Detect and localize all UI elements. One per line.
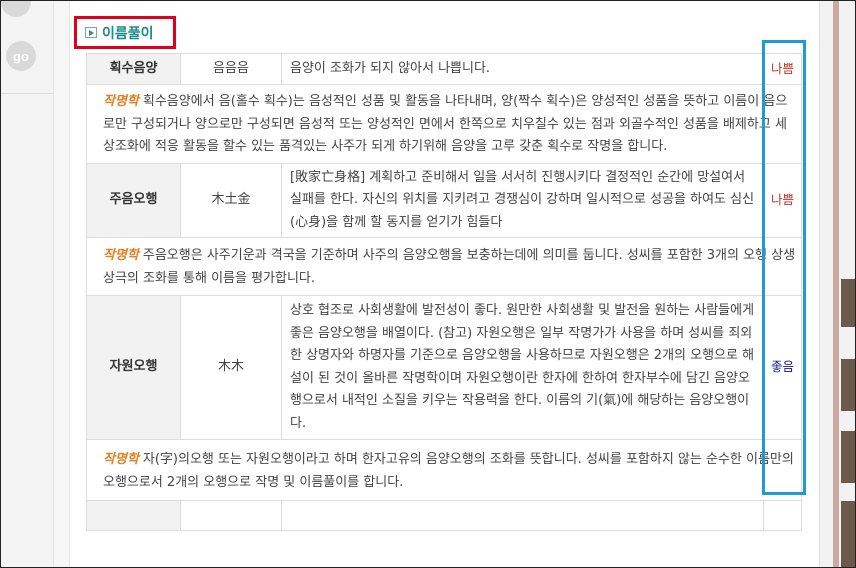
right-banner-image[interactable] <box>841 279 855 327</box>
go-label: go <box>13 48 29 64</box>
row-value: 음음음 <box>180 53 282 85</box>
note-cell: 작명학 획수음양에서 음(홀수 획수)는 음성적인 성품 및 활동을 나타내며, … <box>86 84 802 164</box>
row-value: 木木 <box>180 295 282 440</box>
go-button[interactable]: go <box>6 41 36 71</box>
right-banner-image[interactable] <box>841 359 855 411</box>
note-text: 주음오행은 사주기운과 격국을 기준하며 사주의 음양오행을 보충하는데에 의미… <box>103 248 796 286</box>
row-verdict: 나쁨 <box>763 162 802 238</box>
row-label: 자원오행 <box>86 295 181 440</box>
row-description: [敗家亡身格] 계획하고 준비해서 일을 서서히 진행시키다 결정적인 순간에 … <box>281 162 764 238</box>
section-title-text: 이름풀이 <box>102 25 154 42</box>
table-row-partial <box>86 500 802 531</box>
row-verdict: 좋음 <box>763 295 802 440</box>
name-analysis-table: 획수음양 음음음 음양이 조화가 되지 않아서 나쁩니다. 나쁨 작명학 획수음양… <box>86 53 802 531</box>
note-cell: 작명학 주음오행은 사주기운과 격국을 기준하며 사주의 음양오행을 보충하는데에… <box>86 237 802 296</box>
row-verdict <box>763 500 802 531</box>
row-verdict: 나쁨 <box>763 53 802 85</box>
row-label <box>86 500 181 531</box>
table-row-stroke-yinyang: 획수음양 음음음 음양이 조화가 되지 않아서 나쁩니다. 나쁨 <box>86 53 802 85</box>
right-banner-edge <box>833 1 839 567</box>
note-title: 작명학 <box>103 94 139 109</box>
right-banner-image[interactable] <box>841 501 855 567</box>
note-title: 작명학 <box>103 248 139 263</box>
table-row-note: 작명학 획수음양에서 음(홀수 획수)는 음성적인 성품 및 활동을 나타내며, … <box>86 84 802 164</box>
note-text: 자(字)의오행 또는 자원오행이라고 하며 한자고유의 음양오행의 조화를 뜻합… <box>103 452 794 490</box>
row-label: 획수음양 <box>86 53 181 85</box>
table-row-note: 작명학 주음오행은 사주기운과 격국을 기준하며 사주의 음양오행을 보충하는데에… <box>86 237 802 296</box>
row-description: 상호 협조로 사회생활에 발전성이 좋다. 원만한 사회생활 및 발전을 원하는… <box>281 295 764 440</box>
table-row-main-element: 주음오행 木土金 [敗家亡身格] 계획하고 준비해서 일을 서서히 진행시키다 … <box>86 162 802 238</box>
right-banner-image[interactable] <box>841 431 855 483</box>
row-description: 음양이 조화가 되지 않아서 나쁩니다. <box>281 53 764 85</box>
quick-menu-circle-button[interactable] <box>1 1 31 17</box>
section-title: 이름풀이 <box>74 16 176 49</box>
table-row-character-element: 자원오행 木木 상호 협조로 사회생활에 발전성이 좋다. 원만한 사회생활 및… <box>86 295 802 440</box>
play-icon <box>85 27 97 38</box>
table-row-note: 작명학 자(字)의오행 또는 자원오행이라고 하며 한자고유의 음양오행의 조화를… <box>86 439 802 501</box>
note-text: 획수음양에서 음(홀수 획수)는 음성적인 성품 및 활동을 나타내며, 양(짝… <box>103 94 788 154</box>
note-cell: 작명학 자(字)의오행 또는 자원오행이라고 하며 한자고유의 음양오행의 조화를… <box>86 439 802 501</box>
left-quick-panel: go <box>1 1 53 94</box>
row-label: 주음오행 <box>86 162 181 238</box>
row-description <box>281 500 764 531</box>
row-value <box>180 500 282 531</box>
note-title: 작명학 <box>103 452 139 467</box>
row-value: 木土金 <box>180 162 282 238</box>
screenshot-frame: go 이름풀이 획수음양 음음음 음양이 조화가 되지 않아서 나쁩니다. 나쁨… <box>0 0 856 568</box>
